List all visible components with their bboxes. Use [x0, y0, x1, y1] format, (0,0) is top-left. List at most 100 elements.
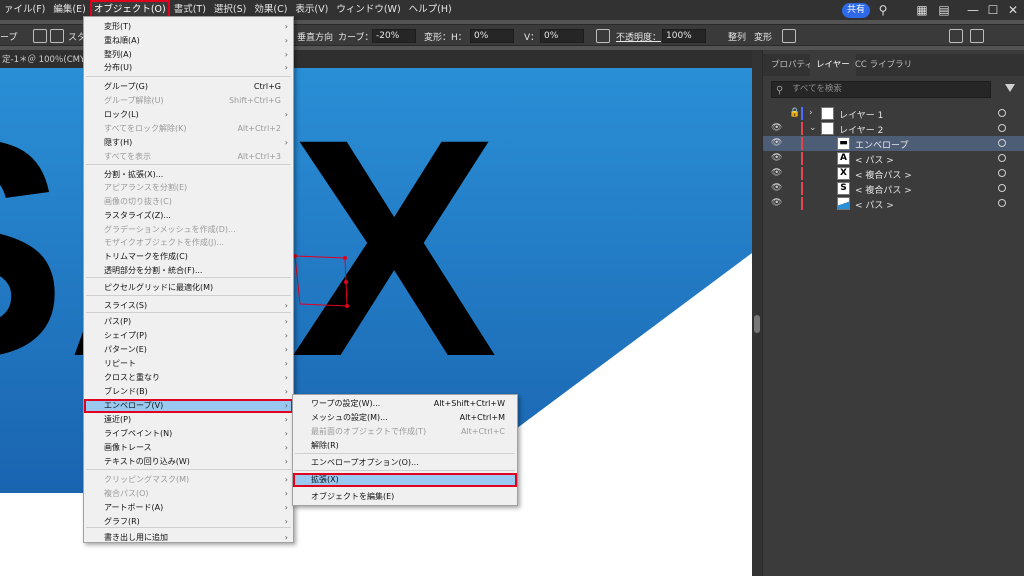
select-similar-icon[interactable]	[782, 29, 796, 43]
layer-name[interactable]: < 複合パス >	[855, 168, 912, 181]
object-menu-item[interactable]: ブレンド(B) ›	[84, 385, 293, 399]
object-menu-item: 複合パス(O) ›	[84, 487, 293, 501]
eye-icon[interactable]: 👁	[771, 153, 782, 163]
envelope-submenu-item[interactable]: メッシュの設定(M)... Alt+Ctrl+M	[293, 411, 517, 425]
maximize-icon[interactable]: ☐	[986, 3, 1000, 17]
target-icon[interactable]	[998, 124, 1006, 132]
object-menu-item[interactable]: シェイプ(P) ›	[84, 329, 293, 343]
tab-cc-libraries[interactable]: CC ライブラリ	[849, 54, 918, 76]
object-menu-item[interactable]: 遠近(P) ›	[84, 413, 293, 427]
menu-item-label: 画像トレース	[104, 443, 152, 452]
target-icon[interactable]	[998, 184, 1006, 192]
lock-icon[interactable]: 🔒	[789, 108, 800, 118]
layer-search-input[interactable]: ⚲ すべてを検索	[771, 81, 991, 98]
envelope-submenu-item[interactable]: ワープの設定(W)... Alt+Shift+Ctrl+W	[293, 397, 517, 411]
object-menu-item[interactable]: パス(P) ›	[84, 315, 293, 329]
layer-row[interactable]: 👁 X < 複合パス >	[763, 166, 1024, 181]
opacity-label[interactable]: 不透明度：	[616, 30, 661, 43]
object-menu-item[interactable]: ロック(L) ›	[84, 108, 293, 122]
eye-icon[interactable]: 👁	[771, 123, 782, 133]
expand-icon[interactable]: ›	[809, 108, 813, 118]
h-distort-field[interactable]: 0%	[470, 29, 514, 43]
menu-help[interactable]: ヘルプ(H)	[405, 0, 456, 20]
eye-icon[interactable]: 👁	[771, 198, 782, 208]
eye-icon[interactable]: 👁	[771, 183, 782, 193]
target-icon[interactable]	[998, 169, 1006, 177]
panel-menu-icon[interactable]	[970, 29, 984, 43]
object-menu-item[interactable]: パターン(E) ›	[84, 343, 293, 357]
object-menu-item[interactable]: 隠す(H) ›	[84, 136, 293, 150]
layer-name[interactable]: レイヤー 1	[839, 108, 883, 121]
envelope-warp-icon[interactable]	[50, 29, 64, 43]
menu-item-label: 画像の切り抜き(C)	[104, 197, 172, 206]
object-menu-item[interactable]: 分割・拡張(X)...	[84, 168, 293, 182]
collapse-icon[interactable]: ⌄	[809, 123, 817, 133]
workspace-icon[interactable]: ▤	[937, 3, 951, 17]
target-icon[interactable]	[998, 199, 1006, 207]
layer-name[interactable]: レイヤー 2	[839, 123, 883, 136]
object-menu-item[interactable]: リピート ›	[84, 357, 293, 371]
menu-file[interactable]: ァイル(F)	[0, 0, 49, 20]
arrange-documents-icon[interactable]: ▦	[915, 3, 929, 17]
align-button[interactable]: 整列	[728, 30, 746, 43]
opacity-field[interactable]: 100%	[662, 29, 706, 43]
envelope-submenu-item[interactable]: 解除(R)	[293, 439, 517, 453]
envelope-mesh-icon[interactable]	[33, 29, 47, 43]
layer-thumbnail: S	[837, 182, 850, 195]
layer-row[interactable]: 👁 ⌄ レイヤー 2	[763, 121, 1024, 136]
object-menu-item[interactable]: テキストの回り込み(W) ›	[84, 455, 293, 469]
appearance-icon[interactable]	[596, 29, 610, 43]
target-icon[interactable]	[998, 154, 1006, 162]
object-menu-item[interactable]: 透明部分を分割・統合(F)...	[84, 264, 293, 278]
scrollbar-thumb[interactable]	[754, 315, 760, 333]
close-icon[interactable]: ✕	[1006, 3, 1020, 17]
object-menu-item[interactable]: アートボード(A) ›	[84, 501, 293, 515]
menu-item-label: リピート	[104, 359, 136, 368]
layer-row[interactable]: 👁 ▬ エンベロープ	[763, 136, 1024, 151]
object-menu-item[interactable]: ラスタライズ(Z)...	[84, 209, 293, 223]
eye-icon[interactable]: 👁	[771, 138, 782, 148]
object-menu-item[interactable]: ライブペイント(N) ›	[84, 427, 293, 441]
object-menu-item[interactable]: クロスと重なり ›	[84, 371, 293, 385]
object-menu-item[interactable]: 画像トレース ›	[84, 441, 293, 455]
curve-field[interactable]: -20%	[372, 29, 416, 43]
target-icon[interactable]	[998, 139, 1006, 147]
layer-name[interactable]: < 複合パス >	[855, 183, 912, 196]
object-menu-item[interactable]: グラフ(R) ›	[84, 515, 293, 529]
envelope-submenu-item[interactable]: エンベロープオプション(O)...	[293, 456, 517, 470]
eye-icon[interactable]: 👁	[771, 168, 782, 178]
search-icon[interactable]: ⚲	[876, 3, 890, 17]
menu-item-shortcut: Alt+Shift+Ctrl+W	[433, 399, 505, 408]
object-menu-item[interactable]: グループ(G) Ctrl+G	[84, 80, 293, 94]
layer-thumbnail: ▬	[837, 137, 850, 150]
v-distort-field[interactable]: 0%	[540, 29, 584, 43]
minimize-icon[interactable]: —	[966, 3, 980, 17]
envelope-submenu-item[interactable]: 拡張(X)	[293, 473, 517, 487]
object-menu-item[interactable]: 変形(T) ›	[84, 20, 293, 34]
envelope-submenu-item[interactable]: オブジェクトを編集(E)	[293, 490, 517, 504]
menu-window[interactable]: ウィンドウ(W)	[332, 0, 404, 20]
layer-row[interactable]: 👁 S < 複合パス >	[763, 181, 1024, 196]
layer-row[interactable]: 👁 < パス >	[763, 196, 1024, 211]
object-menu-item[interactable]: 重ね順(A) ›	[84, 34, 293, 48]
share-button[interactable]: 共有	[842, 3, 870, 18]
filter-icon[interactable]	[1005, 84, 1015, 92]
object-menu-item[interactable]: 整列(A) ›	[84, 48, 293, 62]
layer-row[interactable]: 👁 A < パス >	[763, 151, 1024, 166]
layer-name[interactable]: < パス >	[855, 153, 894, 166]
layer-row[interactable]: 🔒 › レイヤー 1	[763, 106, 1024, 121]
arrange-panels-icon[interactable]	[949, 29, 963, 43]
object-menu-item[interactable]: トリムマークを作成(C)	[84, 250, 293, 264]
object-menu-item[interactable]: 書き出し用に追加 ›	[84, 531, 293, 545]
object-menu-item[interactable]: エンベロープ(V) ›	[84, 399, 293, 413]
object-menu-item[interactable]: 分布(U) ›	[84, 61, 293, 75]
object-menu-item[interactable]: スライス(S) ›	[84, 299, 293, 313]
transform-button[interactable]: 変形	[754, 30, 772, 43]
vertical-scrollbar[interactable]	[752, 50, 762, 576]
chevron-right-icon: ›	[284, 429, 288, 438]
layer-name[interactable]: エンベロープ	[855, 138, 908, 151]
object-menu-item[interactable]: ピクセルグリッドに最適化(M)	[84, 281, 293, 295]
menu-view[interactable]: 表示(V)	[291, 0, 332, 20]
layer-name[interactable]: < パス >	[855, 198, 894, 211]
target-icon[interactable]	[998, 109, 1006, 117]
